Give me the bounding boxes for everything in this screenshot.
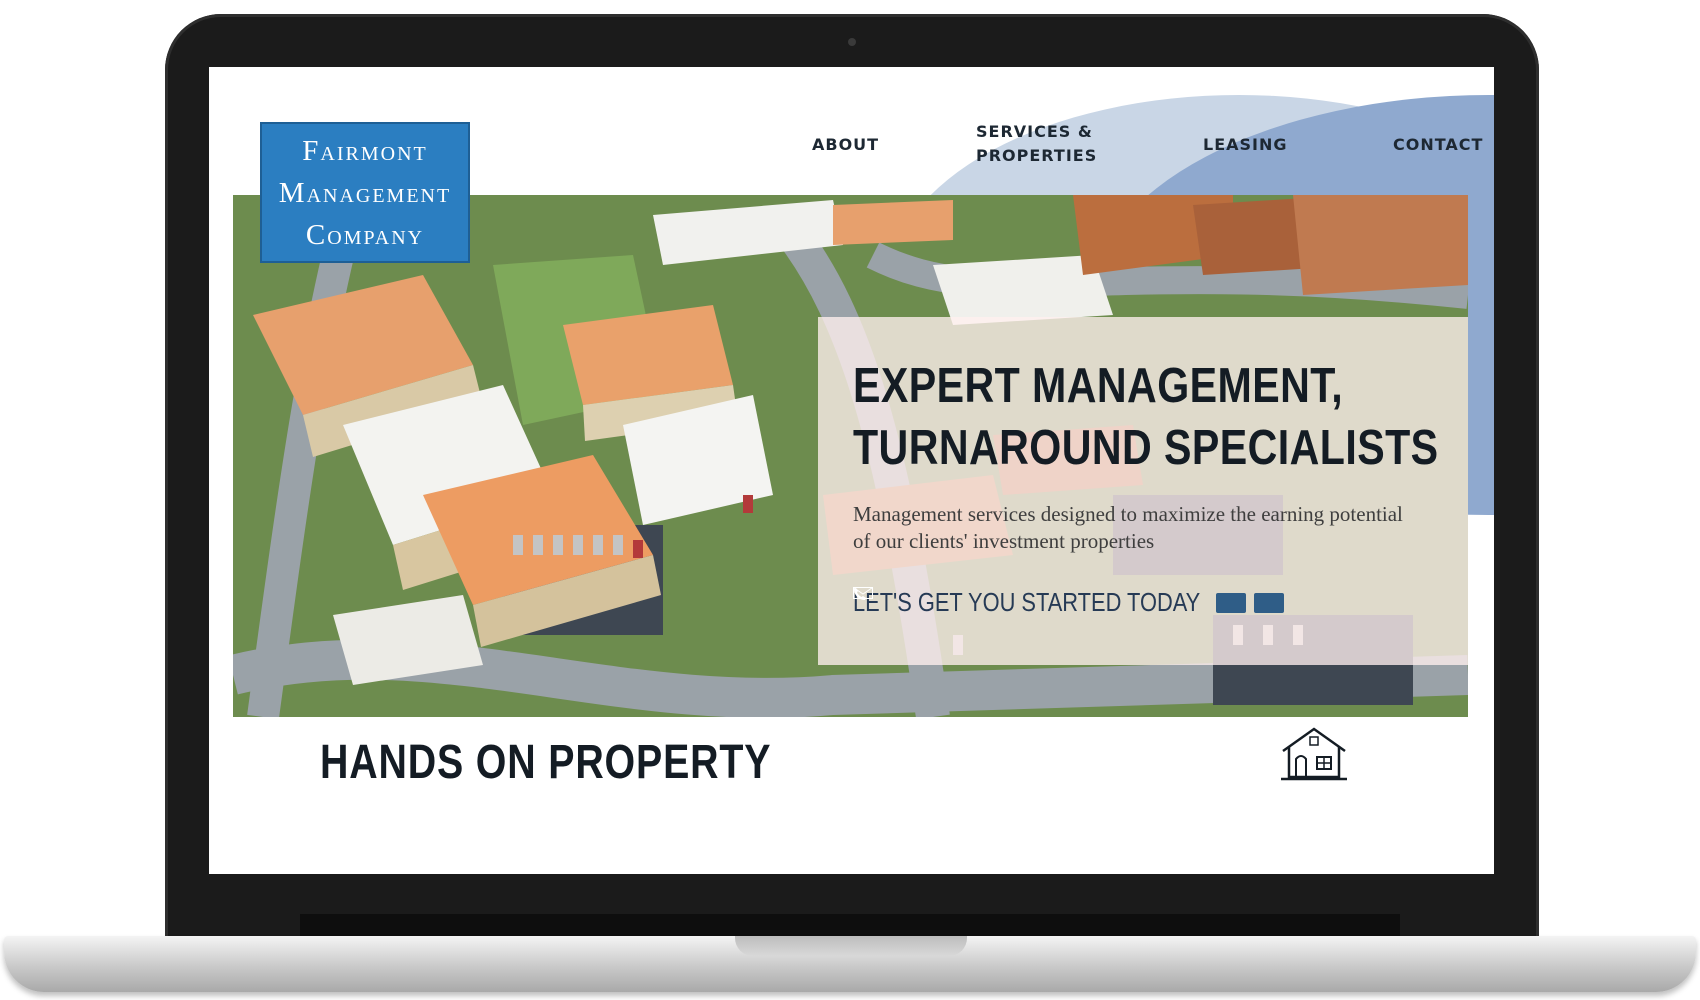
laptop-hinge [300, 914, 1400, 936]
hero-heading: EXPERT MANAGEMENT, TURNAROUND SPECIALIST… [853, 355, 1439, 479]
website-screen: EXPERT MANAGEMENT, TURNAROUND SPECIALIST… [209, 67, 1494, 874]
nav-label-line: PROPERTIES [976, 146, 1098, 165]
company-logo[interactable]: Fairmont Management Company [260, 122, 470, 263]
hero-cta-row: LET'S GET YOU STARTED TODAY [853, 587, 1284, 618]
nav-services-properties[interactable]: SERVICES & PROPERTIES [976, 120, 1097, 168]
house-icon [1279, 725, 1349, 786]
hero-heading-line: EXPERT MANAGEMENT, [853, 359, 1344, 413]
phone-icon[interactable] [854, 588, 1284, 613]
laptop-notch [735, 936, 967, 956]
hero-subtitle: Management services designed to maximize… [853, 502, 1403, 553]
logo-line: Company [305, 218, 425, 251]
hero-banner: EXPERT MANAGEMENT, TURNAROUND SPECIALIST… [233, 195, 1468, 717]
get-started-link[interactable]: LET'S GET YOU STARTED TODAY [853, 587, 1200, 618]
hero-heading-line: TURNAROUND SPECIALISTS [853, 421, 1439, 475]
hero-text-panel: EXPERT MANAGEMENT, TURNAROUND SPECIALIST… [818, 317, 1468, 665]
nav-contact[interactable]: CONTACT [1393, 133, 1483, 157]
logo-line: Fairmont [302, 134, 428, 167]
nav-label-line: SERVICES & [976, 122, 1093, 141]
nav-about[interactable]: ABOUT [812, 133, 879, 157]
nav-leasing[interactable]: LEASING [1203, 133, 1288, 157]
envelope-icon[interactable] [853, 587, 1246, 613]
webcam [848, 38, 856, 46]
logo-line: Management [278, 176, 452, 209]
section-heading: HANDS ON PROPERTY [320, 736, 772, 789]
